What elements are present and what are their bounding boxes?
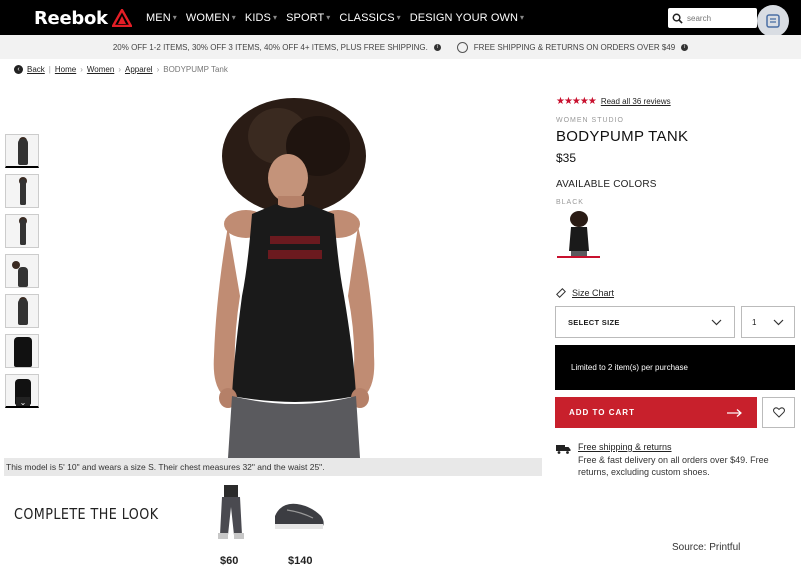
search-input[interactable] [687,13,753,23]
add-to-cart-label: ADD TO CART [569,408,635,417]
selected-color-name: BLACK [556,199,584,206]
nav-item-sport[interactable]: SPORT ▾ [286,12,330,24]
chevron-down-icon[interactable]: ⌄ [16,397,30,406]
brand-name: Reebok [34,7,108,29]
quantity-dropdown[interactable]: 1 [741,306,795,338]
model-size-caption: This model is 5' 10" and wears a size S.… [4,458,542,476]
breadcrumb-current: BODYPUMP Tank [163,65,228,74]
info-icon[interactable]: i [433,43,441,51]
star-rating-icon: ★★★★★ [556,96,597,107]
breadcrumb-back[interactable]: Back [27,65,45,74]
breadcrumb-home[interactable]: Home [55,65,76,74]
reebok-logo[interactable]: Reebok [34,7,132,29]
nav-item-women[interactable]: WOMEN ▾ [186,12,236,24]
thumbnail[interactable] [5,134,39,168]
wishlist-button[interactable] [762,397,795,428]
promo-bar: 20% OFF 1-2 ITEMS, 30% OFF 3 ITEMS, 40% … [0,35,801,59]
breadcrumb-apparel[interactable]: Apparel [125,65,153,74]
complete-the-look-title: COMPLETE THE LOOK [14,505,159,523]
promo-offer-text: 20% OFF 1-2 ITEMS, 30% OFF 3 ITEMS, 40% … [112,42,428,52]
quantity-value: 1 [752,317,757,327]
reviews-link[interactable]: Read all 36 reviews [601,97,671,106]
breadcrumb: ‹ Back | Home › Women › Apparel › BODYPU… [14,65,228,74]
chevron-down-icon: ▾ [272,13,278,22]
thumbnail-figure [18,267,28,287]
purchase-limit-notice: Limited to 2 item(s) per purchase [555,345,795,390]
search-icon[interactable] [672,13,683,24]
chevron-down-icon [773,319,784,325]
info-icon[interactable]: i [681,43,689,51]
breadcrumb-separator: › [118,65,121,74]
chevron-down-icon: ▾ [172,13,177,22]
search-box [668,8,757,28]
nav-item-men[interactable]: MEN ▾ [146,12,177,24]
nav-item-label: KIDS [244,11,271,24]
arrow-right-icon [727,408,742,417]
chevron-down-icon: ▾ [396,13,401,22]
truck-icon [556,445,571,454]
product-title: BODYPUMP TANK [556,128,689,145]
shoe-image [275,503,324,529]
look-item-leggings[interactable] [210,485,252,546]
available-colors-label: AVAILABLE COLORS [556,179,657,190]
nav-item-label: CLASSICS [339,11,395,24]
add-to-cart-button[interactable]: ADD TO CART [555,397,757,428]
breadcrumb-women[interactable]: Women [87,65,114,74]
product-category: WOMEN STUDIO [556,117,624,124]
look-item-shoe[interactable] [270,496,328,537]
select-size-label: SELECT SIZE [568,317,620,327]
nav-item-classics[interactable]: CLASSICS ▾ [339,12,400,24]
thumbnail-figure [14,337,32,367]
heart-icon [772,407,785,418]
top-navigation: Reebok MEN ▾ WOMEN ▾ KIDS ▾ SPORT ▾ CLASSICS… [0,0,801,37]
size-chart-label: Size Chart [572,288,615,298]
nav-item-label: MEN [146,11,171,24]
back-arrow-icon[interactable]: ‹ [14,65,23,74]
nav-item-design-your-own[interactable]: DESIGN YOUR OWN ▾ [410,12,524,24]
chevron-down-icon [711,319,722,325]
chevron-down-icon: ▾ [520,13,525,22]
shipping-info: Free shipping & returns Free & fast deli… [556,442,798,478]
breadcrumb-separator: › [156,65,160,74]
product-price: $35 [556,151,577,165]
thumbnail[interactable]: ⌄ [5,374,39,408]
product-main-image [188,96,400,458]
nav-item-kids[interactable]: KIDS ▾ [245,12,277,24]
thumbnail-figure [18,299,28,325]
thumbnail-strip: ⌄ [5,134,39,414]
nav-item-label: DESIGN YOUR OWN [409,11,519,24]
chevron-down-icon: ▾ [326,13,331,22]
shipping-description: Free & fast delivery on all orders over … [578,455,769,477]
thumbnail[interactable] [5,214,39,248]
breadcrumb-separator: | [48,65,51,74]
leggings-image [218,485,244,539]
swatch-image [569,211,589,256]
thumbnail-figure [20,179,26,205]
thumbnail[interactable] [5,294,39,328]
ruler-icon [556,288,566,298]
nav-item-label: SPORT [286,11,325,24]
thumbnail[interactable] [5,254,39,288]
thumbnail[interactable] [5,334,39,368]
cart-button[interactable] [757,5,789,37]
source-note: Source: Printful [672,542,741,553]
thumbnail[interactable] [5,174,39,208]
shipping-icon [456,41,468,53]
size-chart-link[interactable]: Size Chart [556,288,614,298]
free-shipping-link[interactable]: Free shipping & returns [578,442,798,452]
thumbnail-figure [20,219,26,245]
nav-item-label: WOMEN [185,11,230,24]
product-rating: ★★★★★ Read all 36 reviews [556,96,671,107]
promo-shipping-text: FREE SHIPPING & RETURNS ON ORDERS OVER $… [473,42,676,52]
thumbnail-figure [18,139,28,165]
look-item-price: $60 [220,555,239,567]
delta-logo-icon [111,9,132,27]
breadcrumb-separator: › [80,65,83,74]
cart-icon [766,14,780,28]
chevron-down-icon: ▾ [231,13,236,22]
select-size-dropdown[interactable]: SELECT SIZE [555,306,735,338]
look-item-price: $140 [288,555,313,567]
color-swatch-black[interactable] [557,211,600,258]
